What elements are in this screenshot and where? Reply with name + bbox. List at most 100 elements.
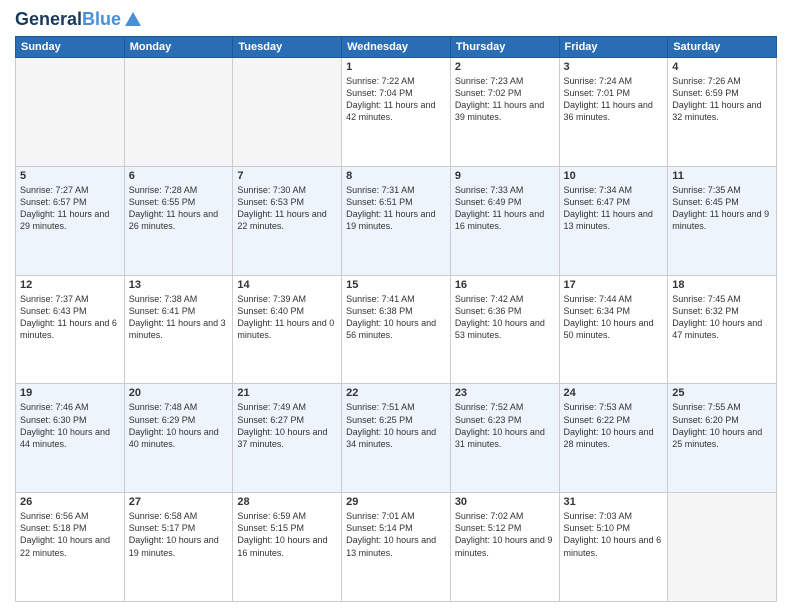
day-info: Sunrise: 7:30 AM Sunset: 6:53 PM Dayligh…: [237, 184, 337, 233]
day-number: 4: [672, 61, 772, 73]
day-info: Sunrise: 7:46 AM Sunset: 6:30 PM Dayligh…: [20, 401, 120, 450]
day-info: Sunrise: 6:56 AM Sunset: 5:18 PM Dayligh…: [20, 510, 120, 559]
weekday-header-monday: Monday: [124, 37, 233, 58]
day-info: Sunrise: 7:31 AM Sunset: 6:51 PM Dayligh…: [346, 184, 446, 233]
calendar-cell: 18Sunrise: 7:45 AM Sunset: 6:32 PM Dayli…: [668, 275, 777, 384]
calendar-cell: 15Sunrise: 7:41 AM Sunset: 6:38 PM Dayli…: [342, 275, 451, 384]
weekday-header-row: SundayMondayTuesdayWednesdayThursdayFrid…: [16, 37, 777, 58]
calendar-cell: 12Sunrise: 7:37 AM Sunset: 6:43 PM Dayli…: [16, 275, 125, 384]
day-number: 29: [346, 496, 446, 508]
day-info: Sunrise: 7:42 AM Sunset: 6:36 PM Dayligh…: [455, 293, 555, 342]
day-number: 15: [346, 279, 446, 291]
day-number: 3: [564, 61, 664, 73]
day-info: Sunrise: 7:01 AM Sunset: 5:14 PM Dayligh…: [346, 510, 446, 559]
day-number: 11: [672, 170, 772, 182]
calendar-cell: 10 Sunrise: 7:34 AM Sunset: 6:47 PM Dayli…: [559, 166, 668, 275]
calendar-cell: [124, 58, 233, 167]
day-info: Sunrise: 7:02 AM Sunset: 5:12 PM Dayligh…: [455, 510, 555, 559]
header: GeneralBlue: [15, 10, 777, 30]
day-info: Sunrise: 7:27 AM Sunset: 6:57 PM Dayligh…: [20, 184, 120, 233]
weekday-header-tuesday: Tuesday: [233, 37, 342, 58]
calendar-cell: 16 Sunrise: 7:42 AM Sunset: 6:36 PM Dayli…: [450, 275, 559, 384]
day-number: 7: [237, 170, 337, 182]
calendar-cell: 31Sunrise: 7:03 AM Sunset: 5:10 PM Dayli…: [559, 493, 668, 602]
day-number: 18: [672, 279, 772, 291]
page: GeneralBlue SundayMondayTuesdayWednesday…: [0, 0, 792, 612]
day-info: Sunrise: 7:34 AM Sunset: 6:47 PM Dayligh…: [564, 184, 664, 233]
calendar-cell: 7 Sunrise: 7:30 AM Sunset: 6:53 PM Daylig…: [233, 166, 342, 275]
day-number: 23: [455, 387, 555, 399]
day-number: 14: [237, 279, 337, 291]
day-info: Sunrise: 7:26 AM Sunset: 6:59 PM Dayligh…: [672, 75, 772, 124]
calendar-cell: 6Sunrise: 7:28 AM Sunset: 6:55 PM Daylig…: [124, 166, 233, 275]
calendar-cell: 11 Sunrise: 7:35 AM Sunset: 6:45 PM Dayli…: [668, 166, 777, 275]
day-number: 5: [20, 170, 120, 182]
calendar-cell: 30 Sunrise: 7:02 AM Sunset: 5:12 PM Dayli…: [450, 493, 559, 602]
day-number: 17: [564, 279, 664, 291]
calendar-cell: 9 Sunrise: 7:33 AM Sunset: 6:49 PM Daylig…: [450, 166, 559, 275]
day-info: Sunrise: 6:59 AM Sunset: 5:15 PM Dayligh…: [237, 510, 337, 559]
calendar-cell: [668, 493, 777, 602]
day-info: Sunrise: 7:53 AM Sunset: 6:22 PM Dayligh…: [564, 401, 664, 450]
day-number: 25: [672, 387, 772, 399]
day-number: 12: [20, 279, 120, 291]
day-info: Sunrise: 7:24 AM Sunset: 7:01 PM Dayligh…: [564, 75, 664, 124]
day-number: 21: [237, 387, 337, 399]
weekday-header-saturday: Saturday: [668, 37, 777, 58]
weekday-header-friday: Friday: [559, 37, 668, 58]
calendar-week-row: 12Sunrise: 7:37 AM Sunset: 6:43 PM Dayli…: [16, 275, 777, 384]
day-number: 20: [129, 387, 229, 399]
calendar-week-row: 19Sunrise: 7:46 AM Sunset: 6:30 PM Dayli…: [16, 384, 777, 493]
calendar-cell: 24Sunrise: 7:53 AM Sunset: 6:22 PM Dayli…: [559, 384, 668, 493]
calendar-cell: 28 Sunrise: 6:59 AM Sunset: 5:15 PM Dayli…: [233, 493, 342, 602]
day-number: 2: [455, 61, 555, 73]
day-number: 30: [455, 496, 555, 508]
calendar-cell: 1Sunrise: 7:22 AM Sunset: 7:04 PM Daylig…: [342, 58, 451, 167]
calendar-cell: 14 Sunrise: 7:39 AM Sunset: 6:40 PM Dayli…: [233, 275, 342, 384]
day-info: Sunrise: 7:51 AM Sunset: 6:25 PM Dayligh…: [346, 401, 446, 450]
day-number: 27: [129, 496, 229, 508]
day-info: Sunrise: 7:39 AM Sunset: 6:40 PM Dayligh…: [237, 293, 337, 342]
calendar-cell: 4 Sunrise: 7:26 AM Sunset: 6:59 PM Daylig…: [668, 58, 777, 167]
calendar-cell: 26 Sunrise: 6:56 AM Sunset: 5:18 PM Dayli…: [16, 493, 125, 602]
calendar-week-row: 5 Sunrise: 7:27 AM Sunset: 6:57 PM Daylig…: [16, 166, 777, 275]
logo-text: GeneralBlue: [15, 10, 121, 30]
calendar-cell: 8 Sunrise: 7:31 AM Sunset: 6:51 PM Daylig…: [342, 166, 451, 275]
day-number: 9: [455, 170, 555, 182]
calendar-cell: 17 Sunrise: 7:44 AM Sunset: 6:34 PM Dayli…: [559, 275, 668, 384]
logo-icon: [123, 10, 143, 30]
day-info: Sunrise: 7:49 AM Sunset: 6:27 PM Dayligh…: [237, 401, 337, 450]
calendar-cell: 19Sunrise: 7:46 AM Sunset: 6:30 PM Dayli…: [16, 384, 125, 493]
day-info: Sunrise: 7:52 AM Sunset: 6:23 PM Dayligh…: [455, 401, 555, 450]
logo: GeneralBlue: [15, 10, 143, 30]
day-info: Sunrise: 6:58 AM Sunset: 5:17 PM Dayligh…: [129, 510, 229, 559]
calendar-cell: 22Sunrise: 7:51 AM Sunset: 6:25 PM Dayli…: [342, 384, 451, 493]
day-number: 13: [129, 279, 229, 291]
day-info: Sunrise: 7:55 AM Sunset: 6:20 PM Dayligh…: [672, 401, 772, 450]
day-info: Sunrise: 7:44 AM Sunset: 6:34 PM Dayligh…: [564, 293, 664, 342]
day-info: Sunrise: 7:48 AM Sunset: 6:29 PM Dayligh…: [129, 401, 229, 450]
day-info: Sunrise: 7:22 AM Sunset: 7:04 PM Dayligh…: [346, 75, 446, 124]
day-info: Sunrise: 7:35 AM Sunset: 6:45 PM Dayligh…: [672, 184, 772, 233]
weekday-header-thursday: Thursday: [450, 37, 559, 58]
calendar-cell: 29 Sunrise: 7:01 AM Sunset: 5:14 PM Dayli…: [342, 493, 451, 602]
day-number: 8: [346, 170, 446, 182]
day-info: Sunrise: 7:38 AM Sunset: 6:41 PM Dayligh…: [129, 293, 229, 342]
calendar-table: SundayMondayTuesdayWednesdayThursdayFrid…: [15, 36, 777, 602]
calendar-cell: 20 Sunrise: 7:48 AM Sunset: 6:29 PM Dayli…: [124, 384, 233, 493]
calendar-cell: 13 Sunrise: 7:38 AM Sunset: 6:41 PM Dayli…: [124, 275, 233, 384]
day-info: Sunrise: 7:33 AM Sunset: 6:49 PM Dayligh…: [455, 184, 555, 233]
day-number: 10: [564, 170, 664, 182]
calendar-cell: 2 Sunrise: 7:23 AM Sunset: 7:02 PM Daylig…: [450, 58, 559, 167]
calendar-cell: 27 Sunrise: 6:58 AM Sunset: 5:17 PM Dayli…: [124, 493, 233, 602]
calendar-cell: 5 Sunrise: 7:27 AM Sunset: 6:57 PM Daylig…: [16, 166, 125, 275]
day-info: Sunrise: 7:23 AM Sunset: 7:02 PM Dayligh…: [455, 75, 555, 124]
day-info: Sunrise: 7:03 AM Sunset: 5:10 PM Dayligh…: [564, 510, 664, 559]
calendar-cell: 25 Sunrise: 7:55 AM Sunset: 6:20 PM Dayli…: [668, 384, 777, 493]
calendar-cell: 23 Sunrise: 7:52 AM Sunset: 6:23 PM Dayli…: [450, 384, 559, 493]
calendar-cell: 21 Sunrise: 7:49 AM Sunset: 6:27 PM Dayli…: [233, 384, 342, 493]
day-number: 26: [20, 496, 120, 508]
day-number: 28: [237, 496, 337, 508]
calendar-cell: [16, 58, 125, 167]
day-number: 16: [455, 279, 555, 291]
